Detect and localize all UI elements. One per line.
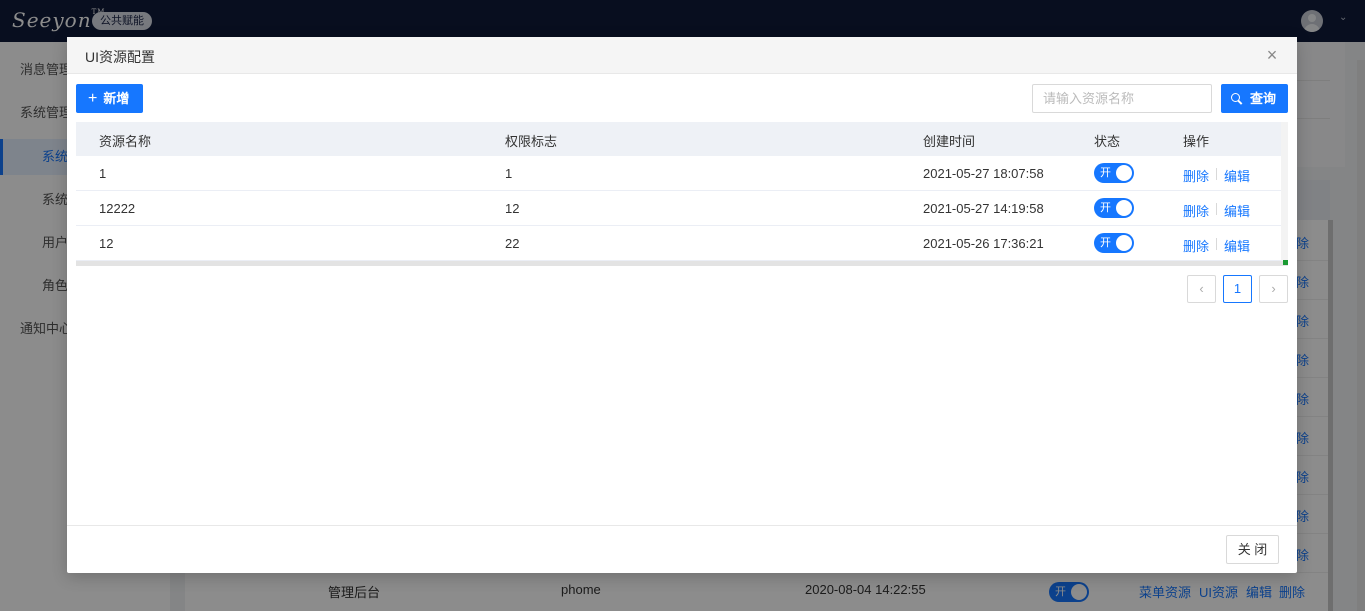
- status-toggle[interactable]: 开: [1094, 198, 1134, 218]
- delete-link[interactable]: 删除: [1183, 166, 1209, 185]
- status-toggle[interactable]: 开: [1094, 233, 1134, 253]
- cell-permission-code: 22: [505, 236, 520, 251]
- resource-name-search-input[interactable]: [1032, 84, 1212, 113]
- table-row: 1 1 2021-05-27 18:07:58 开 删除 编辑: [76, 156, 1281, 191]
- pagination-next-button[interactable]: ›: [1259, 275, 1288, 303]
- toggle-knob: [1116, 235, 1132, 251]
- toggle-knob: [1116, 200, 1132, 216]
- edit-link[interactable]: 编辑: [1224, 236, 1250, 255]
- column-header-resource-name: 资源名称: [99, 134, 152, 149]
- cell-created-time: 2021-05-27 14:19:58: [923, 201, 1044, 216]
- search-icon: [1231, 93, 1242, 104]
- toggle-label: 开: [1100, 202, 1111, 214]
- table-row: 12222 12 2021-05-27 14:19:58 开 删除 编辑: [76, 191, 1281, 226]
- status-toggle[interactable]: 开: [1094, 163, 1134, 183]
- action-divider: [1216, 238, 1217, 250]
- cell-permission-code: 12: [505, 201, 520, 216]
- edit-link[interactable]: 编辑: [1224, 201, 1250, 220]
- column-header-permission-code: 权限标志: [505, 134, 558, 149]
- column-header-status: 状态: [1094, 134, 1121, 149]
- dialog-title: UI资源配置: [85, 49, 155, 65]
- delete-link[interactable]: 删除: [1183, 201, 1209, 220]
- resource-table: 资源名称 权限标志 创建时间 状态 操作 1 1 2021-05-27 18:0…: [76, 122, 1288, 266]
- close-icon[interactable]: ×: [1262, 45, 1282, 65]
- plus-icon: +: [88, 90, 98, 107]
- toggle-label: 开: [1100, 237, 1111, 249]
- table-horizontal-scrollbar[interactable]: [76, 261, 1288, 266]
- action-divider: [1216, 203, 1217, 215]
- column-header-actions: 操作: [1183, 134, 1210, 149]
- cell-created-time: 2021-05-27 18:07:58: [923, 166, 1044, 181]
- pagination-page-1[interactable]: 1: [1223, 275, 1252, 303]
- dialog-header: UI资源配置 ×: [67, 37, 1297, 74]
- search-button-label: 查询: [1250, 91, 1277, 106]
- search-button[interactable]: 查询: [1221, 84, 1288, 113]
- close-button[interactable]: 关 闭: [1226, 535, 1279, 564]
- ui-resource-config-dialog: UI资源配置 × + 新增 查询 资源名称 权限标志 创建时间 状态 操作 1 1…: [67, 37, 1297, 573]
- toggle-label: 开: [1100, 167, 1111, 179]
- cell-resource-name: 12: [99, 236, 114, 251]
- cell-resource-name: 12222: [99, 201, 136, 216]
- cell-resource-name: 1: [99, 166, 107, 181]
- column-header-created-time: 创建时间: [923, 134, 976, 149]
- action-divider: [1216, 168, 1217, 180]
- delete-link[interactable]: 删除: [1183, 236, 1209, 255]
- table-header: 资源名称 权限标志 创建时间 状态 操作: [76, 122, 1281, 156]
- table-vertical-scrollbar[interactable]: [1281, 122, 1288, 261]
- edit-link[interactable]: 编辑: [1224, 166, 1250, 185]
- cell-permission-code: 1: [505, 166, 513, 181]
- dialog-footer-divider: [67, 525, 1297, 526]
- add-button[interactable]: + 新增: [76, 84, 143, 113]
- add-button-label: 新增: [103, 91, 130, 106]
- pagination-prev-button[interactable]: ‹: [1187, 275, 1216, 303]
- table-row: 12 22 2021-05-26 17:36:21 开 删除 编辑: [76, 226, 1281, 261]
- scrollbar-corner: [1283, 260, 1288, 265]
- cell-created-time: 2021-05-26 17:36:21: [923, 236, 1044, 251]
- toggle-knob: [1116, 165, 1132, 181]
